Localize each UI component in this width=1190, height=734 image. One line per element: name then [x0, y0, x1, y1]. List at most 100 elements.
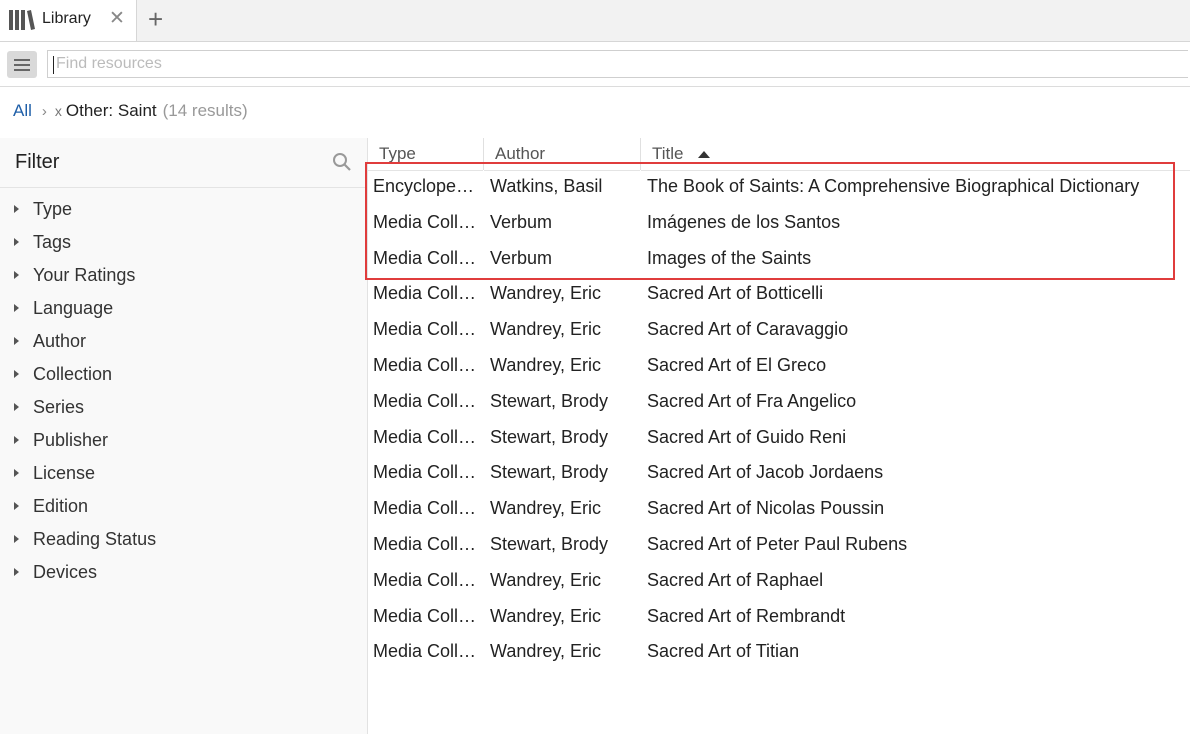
cell-type: Media Coll… [373, 641, 477, 662]
tab-label: Library [42, 10, 91, 27]
cell-author: Wandrey, Eric [490, 355, 602, 375]
text-caret [53, 56, 54, 74]
expand-arrow-icon [14, 238, 19, 246]
remove-filter-icon[interactable]: x [55, 103, 62, 119]
filter-item-label: Reading Status [33, 529, 157, 549]
filter-item-label: Author [33, 331, 87, 351]
filter-item-label: Series [33, 397, 85, 417]
cell-type: Media Coll… [373, 605, 477, 626]
cell-author: Stewart, Brody [490, 462, 609, 483]
filter-item-label: License [33, 463, 96, 483]
cell-title: Sacred Art of Raphael [647, 569, 824, 590]
filter-item-label: Type [33, 199, 73, 219]
filter-item-your-ratings[interactable]: Your Ratings [0, 260, 367, 293]
table-row[interactable]: Media Coll… Wandrey, Eric Sacred Art of Ca… [368, 314, 1190, 349]
close-tab-icon[interactable]: ✕ [109, 7, 125, 30]
filter-item-type[interactable]: Type [0, 194, 367, 227]
search-icon[interactable] [332, 152, 352, 172]
table-row[interactable]: Media Coll… Stewart, Brody Sacred Art of G… [368, 422, 1190, 457]
cell-author: Wandrey, Eric [490, 569, 602, 590]
expand-arrow-icon [14, 403, 19, 411]
expand-arrow-icon [14, 436, 19, 444]
filter-item-devices[interactable]: Devices [0, 557, 367, 590]
filter-item-label: Publisher [33, 430, 109, 450]
table-row[interactable]: Media Coll… Wandrey, Eric Sacred Art of Bo… [368, 278, 1190, 313]
table-row[interactable]: Media Coll… Stewart, Brody Sacred Art of J… [368, 457, 1190, 492]
cell-type: Media Coll… [373, 390, 477, 411]
table-row[interactable]: Media Coll… Wandrey, Eric Sacred Art of Re… [368, 601, 1190, 636]
filter-item-publisher[interactable]: Publisher [0, 425, 367, 458]
cell-title: The Book of Saints: A Comprehensive Biog… [647, 176, 1140, 196]
table-row[interactable]: Media Coll… Stewart, Brody Sacred Art of P… [368, 529, 1190, 564]
cell-type: Media Coll… [373, 247, 477, 268]
filter-item-label: Language [33, 298, 114, 318]
column-header-title[interactable]: Title [641, 138, 1190, 171]
expand-arrow-icon [14, 205, 19, 213]
cell-title: Sacred Art of Peter Paul Rubens [647, 534, 908, 554]
table-row[interactable]: Media Coll… Stewart, Brody Sacred Art of F… [368, 386, 1190, 421]
cell-author: Stewart, Brody [490, 534, 609, 554]
add-tab-icon[interactable]: + [148, 4, 163, 35]
breadcrumb-all-link[interactable]: All [13, 101, 32, 120]
cell-type: Media Coll… [373, 319, 477, 340]
cell-title: Images of the Saints [647, 247, 812, 268]
column-header-type[interactable]: Type [368, 138, 483, 171]
filter-item-label: Devices [33, 562, 98, 582]
cell-type: Media Coll… [373, 426, 477, 447]
table-row[interactable]: Media Coll… Verbum Imágenes de los Santos [368, 207, 1190, 242]
filter-item-collection[interactable]: Collection [0, 359, 367, 392]
filter-item-language[interactable]: Language [0, 293, 367, 326]
cell-author: Verbum [490, 211, 553, 232]
filter-item-edition[interactable]: Edition [0, 491, 367, 524]
filter-item-tags[interactable]: Tags [0, 227, 367, 260]
filter-item-label: Your Ratings [33, 265, 136, 285]
cell-title: Sacred Art of Titian [647, 641, 800, 662]
table-row[interactable]: Media Coll… Wandrey, Eric Sacred Art of El… [368, 350, 1190, 385]
cell-title: Imágenes de los Santos [647, 211, 841, 232]
table-row[interactable]: Encyclope… Watkins, Basil The Book of Sain… [368, 171, 1190, 206]
cell-title: Sacred Art of Jacob Jordaens [647, 462, 884, 483]
expand-arrow-icon [14, 370, 19, 378]
cell-title: Sacred Art of Caravaggio [647, 319, 849, 340]
cell-author: Wandrey, Eric [490, 283, 602, 304]
cell-type: Media Coll… [373, 211, 477, 232]
cell-type: Media Coll… [373, 462, 477, 483]
filter-item-label: Edition [33, 496, 89, 516]
column-header-author[interactable]: Author [484, 138, 640, 171]
cell-title: Sacred Art of Guido Reni [647, 426, 847, 447]
table-row[interactable]: Media Coll… Wandrey, Eric Sacred Art of Ni… [368, 493, 1190, 528]
cell-type: Media Coll… [373, 498, 477, 519]
hamburger-icon-bar [14, 69, 30, 71]
cell-author: Watkins, Basil [490, 176, 603, 196]
results-count: (14 results) [162, 101, 248, 120]
search-input[interactable] [47, 50, 1188, 78]
cell-type: Media Coll… [373, 283, 477, 304]
filter-item-license[interactable]: License [0, 458, 367, 491]
filter-header: Filter [0, 138, 367, 188]
tab-library[interactable]: Library ✕ [0, 0, 137, 41]
filter-title: Filter [15, 151, 60, 173]
cell-author: Wandrey, Eric [490, 641, 602, 662]
filter-item-series[interactable]: Series [0, 392, 367, 425]
expand-arrow-icon [14, 535, 19, 543]
cell-author: Wandrey, Eric [490, 605, 602, 626]
filter-item-reading-status[interactable]: Reading Status [0, 524, 367, 557]
library-books-icon [9, 10, 35, 30]
filter-item-label: Collection [33, 364, 113, 384]
cell-author: Wandrey, Eric [490, 319, 602, 340]
cell-author: Stewart, Brody [490, 390, 609, 411]
expand-arrow-icon [14, 304, 19, 312]
cell-type: Media Coll… [373, 534, 477, 554]
expand-arrow-icon [14, 469, 19, 477]
table-row[interactable]: Media Coll… Wandrey, Eric Sacred Art of Ra… [368, 565, 1190, 600]
menu-button[interactable] [7, 51, 37, 78]
filter-item-author[interactable]: Author [0, 326, 367, 359]
expand-arrow-icon [14, 568, 19, 576]
table-row[interactable]: Media Coll… Verbum Images of the Saints [368, 243, 1190, 278]
hamburger-icon-bar [14, 64, 30, 66]
table-row[interactable]: Media Coll… Wandrey, Eric Sacred Art of Ti… [368, 636, 1190, 671]
expand-arrow-icon [14, 337, 19, 345]
cell-type: Media Coll… [373, 569, 477, 590]
filter-panel: Filter Type Tags Your Ratings Language Autho… [0, 138, 368, 734]
active-filter-label: Other: Saint [65, 101, 157, 120]
